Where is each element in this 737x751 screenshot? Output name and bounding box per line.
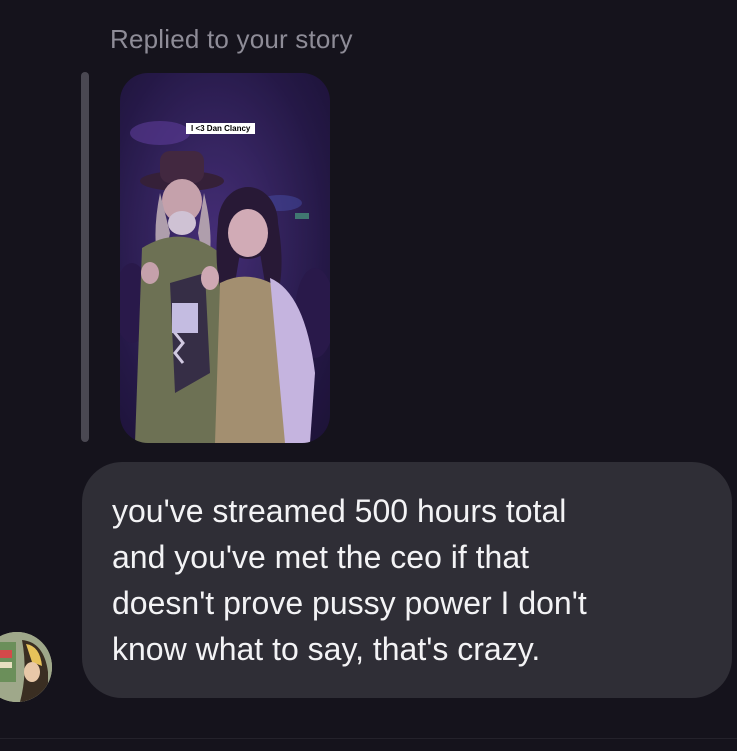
message-text: you've streamed 500 hours total and you'… [112,493,587,667]
story-reply-label: Replied to your story [110,24,353,54]
user-avatar-icon[interactable] [0,632,52,702]
divider [0,738,737,739]
message-bubble[interactable]: you've streamed 500 hours total and you'… [82,462,732,698]
story-caption: I <3 Dan Clancy [186,123,256,134]
avatar-illustration [0,632,52,702]
quote-bar [81,72,89,442]
story-thumbnail[interactable]: I <3 Dan Clancy [120,73,330,443]
